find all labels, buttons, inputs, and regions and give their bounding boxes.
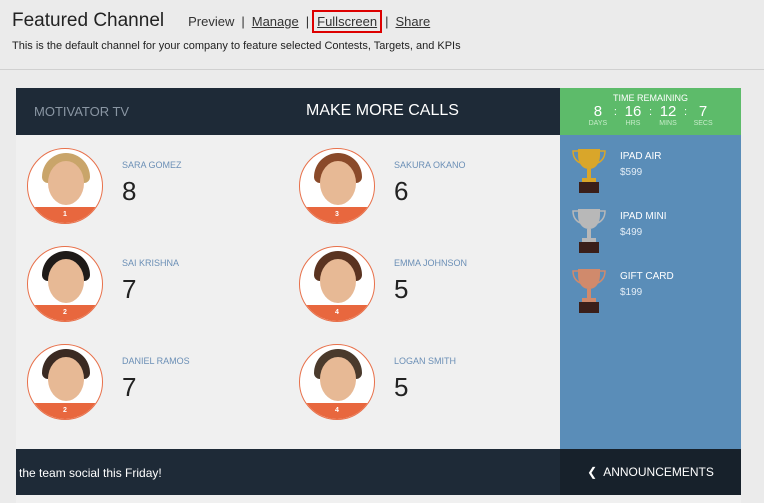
- rank-badge: 4: [300, 403, 374, 419]
- leader-score: 8: [122, 176, 137, 206]
- leaderboard-entry[interactable]: 2 DANIEL RAMOS 7: [27, 344, 287, 424]
- trophy-icon: [572, 149, 606, 193]
- seconds-label: SECS: [693, 120, 713, 127]
- minutes-label: MINS: [659, 120, 677, 127]
- avatar: 4: [299, 246, 375, 322]
- leader-score: 5: [394, 372, 409, 402]
- page-title: Featured Channel: [12, 10, 165, 31]
- prizes-panel: IPAD AIR $599 IPAD MINI $499 GIFT CARD $…: [560, 135, 741, 449]
- avatar: 2: [27, 246, 103, 322]
- leader-name: LOGAN SMITH: [394, 356, 457, 366]
- news-ticker: the team social this Friday!: [16, 449, 560, 495]
- leader-name: EMMA JOHNSON: [394, 258, 468, 268]
- avatar: 2: [27, 344, 103, 420]
- prize-item: GIFT CARD $199: [572, 265, 742, 315]
- avatar: 3: [299, 148, 375, 224]
- days-value: 8: [593, 103, 603, 120]
- manage-link[interactable]: Manage: [252, 14, 299, 29]
- avatar: 1: [27, 148, 103, 224]
- prize-name: IPAD MINI: [620, 211, 667, 222]
- prize-value: $499: [620, 227, 643, 238]
- divider: [0, 69, 764, 70]
- leader-score: 7: [122, 274, 137, 304]
- leaderboard-entry[interactable]: 4 EMMA JOHNSON 5: [299, 246, 559, 326]
- rank-badge: 2: [28, 305, 102, 321]
- minutes-value: 12: [659, 103, 677, 120]
- leader-name: SAI KRISHNA: [122, 258, 180, 268]
- page-description: This is the default channel for your com…: [12, 40, 461, 52]
- rank-badge: 1: [28, 207, 102, 223]
- leaderboard-entry[interactable]: 1 SARA GOMEZ 8: [27, 148, 287, 228]
- prize-value: $199: [620, 287, 643, 298]
- channel-actions: Preview | Manage | Fullscreen | Share: [188, 10, 430, 33]
- leader-name: DANIEL RAMOS: [122, 356, 190, 366]
- leaderboard-entry[interactable]: 4 LOGAN SMITH 5: [299, 344, 559, 424]
- rank-badge: 3: [300, 207, 374, 223]
- channel-top-bar: MOTIVATOR TV MAKE MORE CALLS: [16, 88, 560, 135]
- hours-label: HRS: [625, 120, 641, 127]
- separator: :: [684, 106, 688, 118]
- leader-score: 7: [122, 372, 137, 402]
- timer-label: TIME REMAINING: [612, 93, 688, 103]
- hours-value: 16: [624, 103, 642, 120]
- preview-link[interactable]: Preview: [188, 14, 234, 29]
- channel-display: MOTIVATOR TV MAKE MORE CALLS TIME REMAIN…: [16, 88, 741, 503]
- leader-score: 5: [394, 274, 409, 304]
- share-link[interactable]: Share: [395, 14, 430, 29]
- ticker-text: the team social this Friday!: [19, 466, 162, 480]
- trophy-icon: [572, 209, 606, 253]
- separator: |: [385, 14, 389, 29]
- brand-label: MOTIVATOR TV: [34, 104, 130, 119]
- prize-item: IPAD MINI $499: [572, 205, 742, 255]
- page-header: Featured Channel Preview | Manage | Full…: [12, 10, 430, 33]
- prize-item: IPAD AIR $599: [572, 145, 742, 195]
- leader-score: 6: [394, 176, 409, 206]
- announcements-button[interactable]: ❮ ANNOUNCEMENTS: [560, 449, 741, 495]
- leader-name: SARA GOMEZ: [122, 160, 182, 170]
- prize-name: IPAD AIR: [620, 151, 662, 162]
- leader-name: SAKURA OKANO: [394, 160, 466, 170]
- time-remaining: TIME REMAINING 8 DAYS : 16 HRS : 12 MINS : …: [560, 88, 741, 135]
- rank-badge: 4: [300, 305, 374, 321]
- trophy-icon: [572, 269, 606, 313]
- prize-name: GIFT CARD: [620, 271, 674, 282]
- prize-value: $599: [620, 167, 643, 178]
- leaderboard-entry[interactable]: 3 SAKURA OKANO 6: [299, 148, 559, 228]
- separator: |: [241, 14, 245, 29]
- chevron-left-icon: ❮: [587, 465, 598, 479]
- announcements-label: ANNOUNCEMENTS: [603, 465, 714, 479]
- seconds-value: 7: [698, 103, 708, 120]
- separator: :: [613, 106, 617, 118]
- contest-headline: MAKE MORE CALLS: [306, 102, 459, 119]
- leaderboard-entry[interactable]: 2 SAI KRISHNA 7: [27, 246, 287, 326]
- rank-badge: 2: [28, 403, 102, 419]
- days-label: DAYS: [588, 120, 608, 127]
- avatar: 4: [299, 344, 375, 420]
- fullscreen-link[interactable]: Fullscreen: [312, 10, 383, 33]
- separator: :: [648, 106, 653, 118]
- separator: |: [305, 14, 310, 29]
